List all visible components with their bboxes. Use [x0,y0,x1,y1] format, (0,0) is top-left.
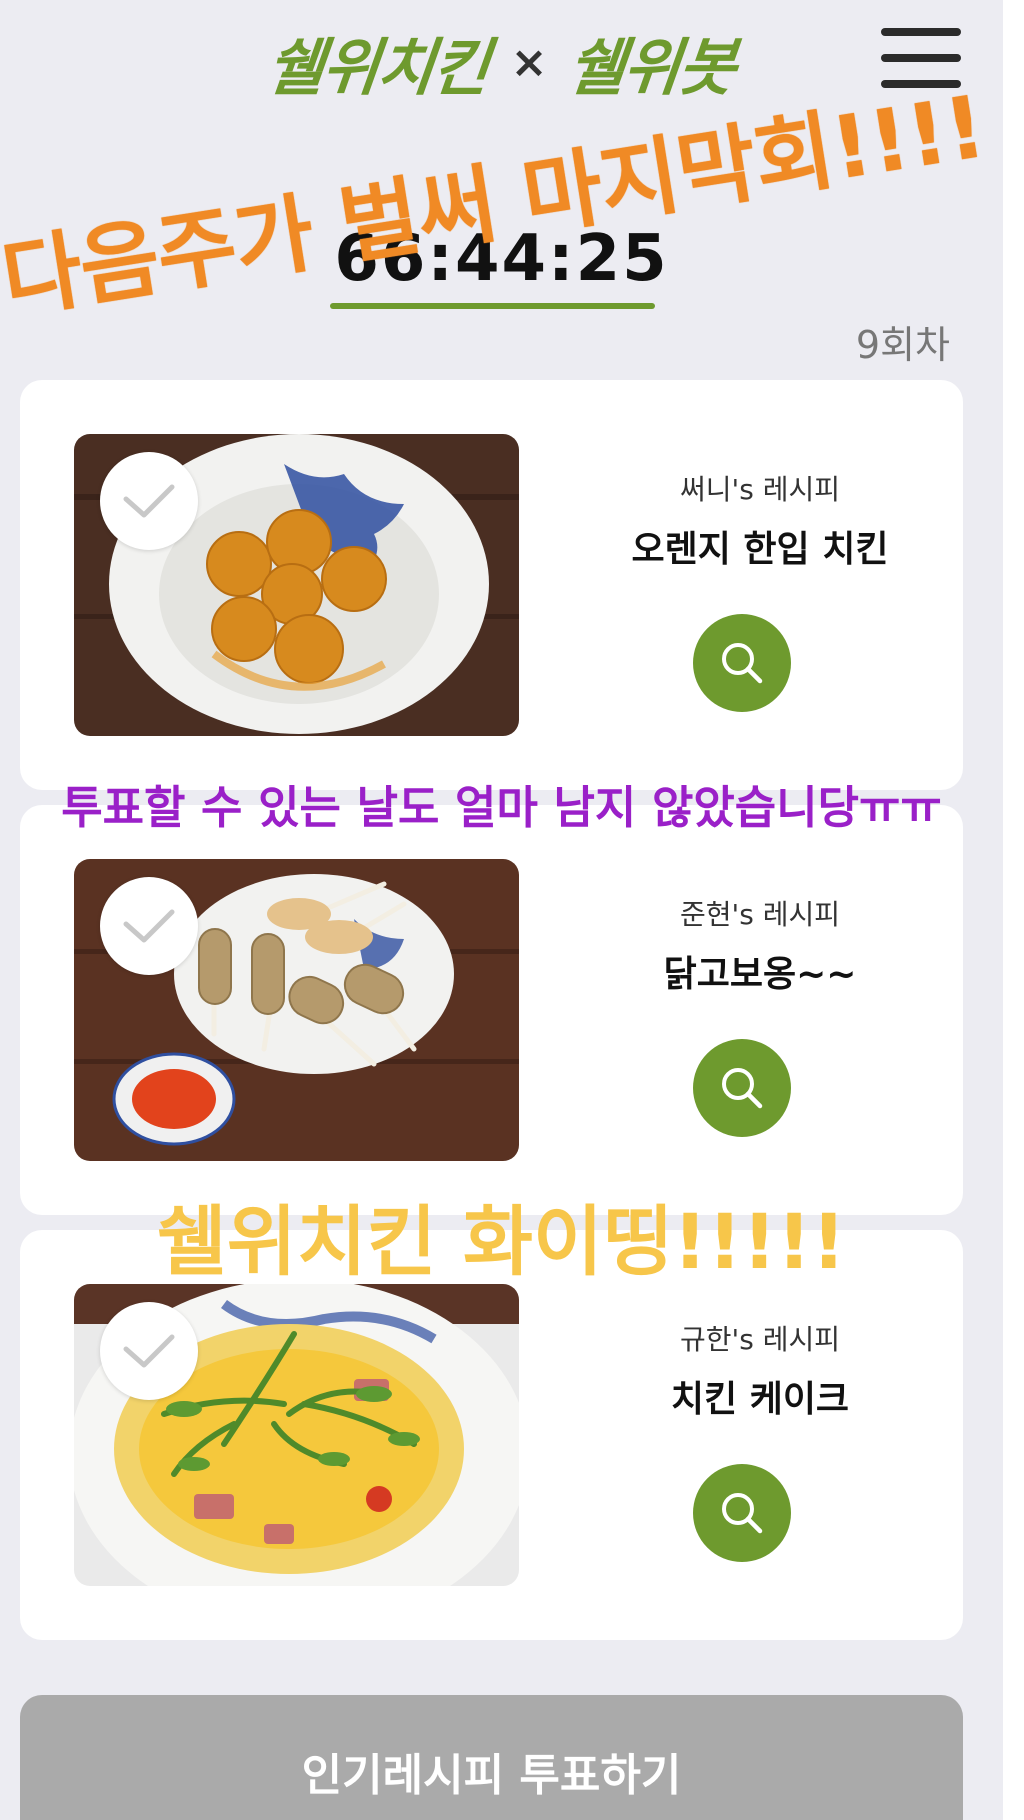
scrollbar[interactable] [1003,0,1024,1820]
checkmark-icon [123,484,175,518]
logo-shellwe-bot: 쉘위봇 [565,31,738,104]
timer-underline [330,303,655,309]
logo-shellwe-chicken: 쉘위치킨 [263,31,492,104]
page: 쉘위치킨 × 쉘위봇 66:44:25 9회차 써니's 레시피 오렌지 한입 … [0,0,1003,1820]
view-recipe-button[interactable] [693,1039,791,1137]
recipe-card: 써니's 레시피 오렌지 한입 치킨 [20,380,963,790]
vote-button-label: 인기레시피 투표하기 [301,1750,682,1801]
logo-separator: × [510,36,548,88]
view-recipe-button[interactable] [693,614,791,712]
checkmark-icon [123,1334,175,1368]
recipe-author: 규한's 레시피 [680,1323,840,1356]
round-label: 9회차 [855,323,950,367]
caption-fighting: 쉘위치킨 화이띵!!!!! [156,1197,847,1286]
recipe-title: 치킨 케이크 [670,1379,850,1420]
search-icon [722,1493,763,1534]
search-icon [722,1068,763,1109]
caption-voting-days-left: 투표할 수 있는 날도 얼마 남지 않았습니당ㅠㅠ [61,781,942,834]
select-check-button[interactable] [100,877,198,975]
menu-bar [881,28,961,36]
vote-popular-recipe-button[interactable]: 인기레시피 투표하기 [20,1695,963,1820]
recipe-card: 규한's 레시피 치킨 케이크 [20,1230,963,1640]
checkmark-icon [123,909,175,943]
select-check-button[interactable] [100,1302,198,1400]
select-check-button[interactable] [100,452,198,550]
recipe-author: 준현's 레시피 [680,898,840,931]
recipe-card: 준현's 레시피 닭고보옹~~ [20,805,963,1215]
view-recipe-button[interactable] [693,1464,791,1562]
recipe-author: 써니's 레시피 [680,473,840,506]
recipe-title: 오렌지 한입 치킨 [631,529,889,570]
recipe-title: 닭고보옹~~ [663,954,857,995]
search-icon [722,643,763,684]
